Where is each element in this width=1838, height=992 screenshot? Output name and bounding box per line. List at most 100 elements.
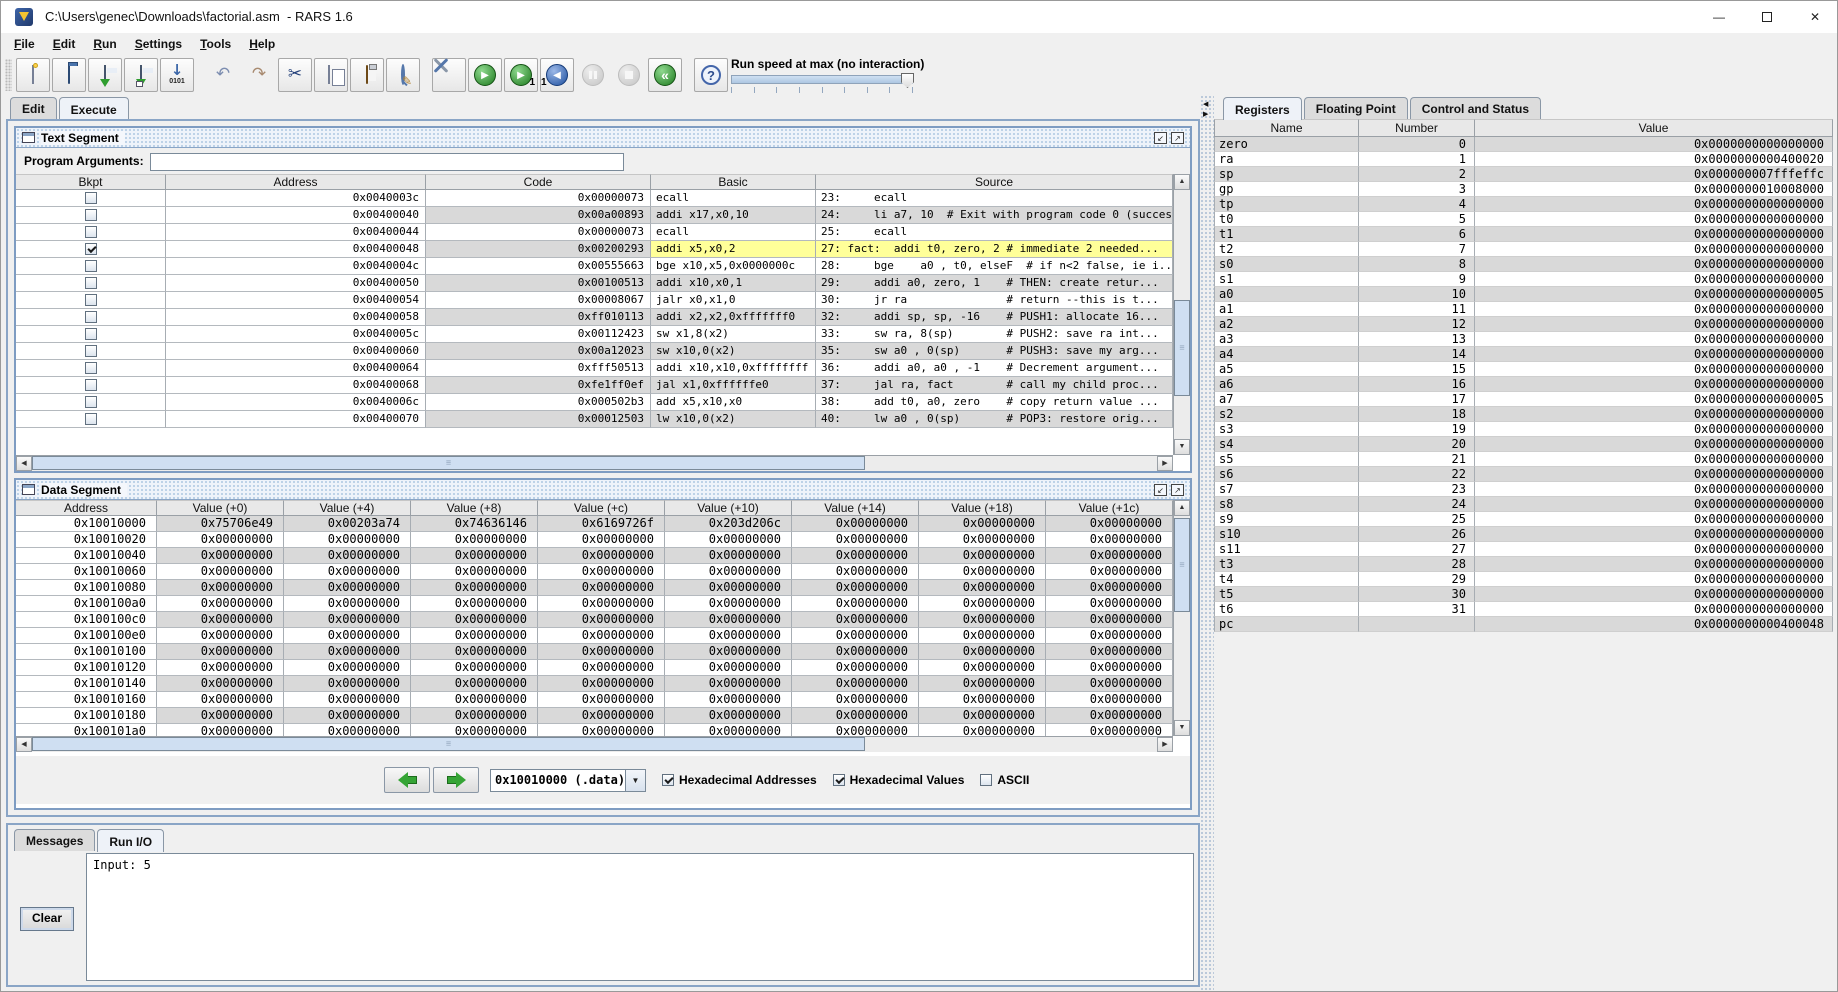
memory-value[interactable]: 0x00000000 [538,692,665,708]
memory-value[interactable]: 0x00000000 [792,548,919,564]
memory-value[interactable]: 0x00000000 [411,532,538,548]
memory-value[interactable]: 0x00000000 [792,676,919,692]
column-header-value-14[interactable]: Value (+14) [792,500,919,516]
memory-value[interactable]: 0x00203a74 [284,516,411,532]
frame-maximize-icon[interactable]: ↗ [1171,484,1184,496]
memory-value[interactable]: 0x00000000 [284,660,411,676]
memory-value[interactable]: 0x00000000 [411,676,538,692]
register-value[interactable]: 0x0000000000000005 [1475,287,1833,302]
vscroll-thumb[interactable] [1174,300,1190,396]
register-value[interactable]: 0x0000000000000000 [1475,452,1833,467]
text-segment-vscrollbar[interactable]: ▲ ▼ [1173,174,1190,455]
scroll-right-icon[interactable]: ▶ [1157,737,1173,752]
frame-minimize-icon[interactable]: ↙ [1154,132,1167,144]
column-header-basic[interactable]: Basic [651,174,816,190]
memory-value[interactable]: 0x00000000 [538,724,665,736]
memory-value[interactable]: 0x00000000 [157,660,284,676]
register-value[interactable]: 0x0000000000400020 [1475,152,1833,167]
memory-value[interactable]: 0x00000000 [919,580,1046,596]
register-value[interactable]: 0x0000000000000005 [1475,392,1833,407]
menu-tools[interactable]: Tools [191,35,240,53]
memory-value[interactable]: 0x75706e49 [157,516,284,532]
memory-value[interactable]: 0x00000000 [157,724,284,736]
memory-value[interactable]: 0x00000000 [284,532,411,548]
register-value[interactable]: 0x0000000000000000 [1475,377,1833,392]
memory-value[interactable]: 0x00000000 [919,532,1046,548]
memory-value[interactable]: 0x00000000 [538,596,665,612]
memory-value[interactable]: 0x00000000 [411,692,538,708]
memory-value[interactable]: 0x00000000 [665,676,792,692]
step-backwards-button[interactable]: ◀1 [540,58,574,92]
register-value[interactable]: 0x0000000000400048 [1475,617,1833,632]
help-button[interactable]: ? [694,58,728,92]
hscroll-thumb[interactable] [32,737,865,751]
scroll-left-icon[interactable]: ◀ [16,737,32,752]
memory-value[interactable]: 0x00000000 [919,516,1046,532]
column-header-name[interactable]: Name [1214,119,1359,137]
memory-value[interactable]: 0x00000000 [411,644,538,660]
breakpoint-checkbox[interactable] [85,226,97,238]
memory-value[interactable]: 0x00000000 [538,660,665,676]
menu-settings[interactable]: Settings [126,35,191,53]
memory-value[interactable]: 0x00000000 [157,548,284,564]
memory-value[interactable]: 0x00000000 [284,692,411,708]
register-value[interactable]: 0x0000000000000000 [1475,227,1833,242]
breakpoint-checkbox[interactable] [85,294,97,306]
register-value[interactable]: 0x0000000000000000 [1475,482,1833,497]
dump-memory-button[interactable]: ↓0101 [160,58,194,92]
register-value[interactable]: 0x0000000000000000 [1475,602,1833,617]
memory-value[interactable]: 0x00000000 [792,596,919,612]
memory-value[interactable]: 0x00000000 [665,660,792,676]
reset-button[interactable]: « [648,58,682,92]
register-value[interactable]: 0x0000000000000000 [1475,212,1833,227]
memory-value[interactable]: 0x00000000 [1046,692,1173,708]
register-value[interactable]: 0x0000000000000000 [1475,422,1833,437]
splitter-collapse-right-icon[interactable]: ▶ [1203,111,1208,118]
memory-value[interactable]: 0x00000000 [284,628,411,644]
memory-value[interactable]: 0x00000000 [284,612,411,628]
memory-value[interactable]: 0x00000000 [538,628,665,644]
memory-value[interactable]: 0x00000000 [919,564,1046,580]
memory-value[interactable]: 0x00000000 [411,628,538,644]
memory-value[interactable]: 0x00000000 [919,644,1046,660]
prev-range-button[interactable] [384,767,430,793]
save-file-button[interactable] [88,58,122,92]
menu-file[interactable]: File [5,35,44,53]
data-segment-title-bar[interactable]: Data Segment ↙ ↗ [16,480,1190,500]
memory-value[interactable]: 0x00000000 [792,564,919,580]
register-value[interactable]: 0x0000000000000000 [1475,497,1833,512]
scroll-up-icon[interactable]: ▲ [1174,500,1190,516]
memory-value[interactable]: 0x00000000 [792,516,919,532]
scroll-right-icon[interactable]: ▶ [1157,456,1173,471]
memory-value[interactable]: 0x00000000 [157,564,284,580]
memory-value[interactable]: 0x00000000 [792,612,919,628]
memory-value[interactable]: 0x00000000 [411,548,538,564]
scroll-down-icon[interactable]: ▼ [1174,720,1190,736]
memory-value[interactable]: 0x00000000 [665,692,792,708]
hexadecimal-addresses-checkbox[interactable] [662,774,674,786]
undo-button[interactable]: ↶ [206,58,240,92]
run-button[interactable]: ▶ [468,58,502,92]
register-value[interactable]: 0x0000000000000000 [1475,257,1833,272]
breakpoint-checkbox[interactable] [85,277,97,289]
column-header-value-18[interactable]: Value (+18) [919,500,1046,516]
memory-value[interactable]: 0x00000000 [1046,612,1173,628]
memory-value[interactable]: 0x00000000 [665,644,792,660]
memory-value[interactable]: 0x00000000 [157,644,284,660]
text-segment-hscrollbar[interactable]: ◀ ▶ [16,455,1173,471]
column-header-address[interactable]: Address [16,500,157,516]
minimize-button[interactable]: — [1695,1,1743,33]
memory-value[interactable]: 0x00000000 [665,612,792,628]
memory-value[interactable]: 0x00000000 [792,532,919,548]
clear-button[interactable]: Clear [20,907,74,931]
scroll-left-icon[interactable]: ◀ [16,456,32,471]
register-value[interactable]: 0x000000007fffeffc [1475,167,1833,182]
breakpoint-checkbox[interactable] [85,413,97,425]
memory-value[interactable]: 0x00000000 [284,596,411,612]
new-file-button[interactable] [16,58,50,92]
register-value[interactable]: 0x0000000000000000 [1475,317,1833,332]
memory-value[interactable]: 0x00000000 [157,580,284,596]
maximize-button[interactable] [1743,1,1791,33]
memory-value[interactable]: 0x00000000 [1046,724,1173,736]
menu-run[interactable]: Run [84,35,125,53]
